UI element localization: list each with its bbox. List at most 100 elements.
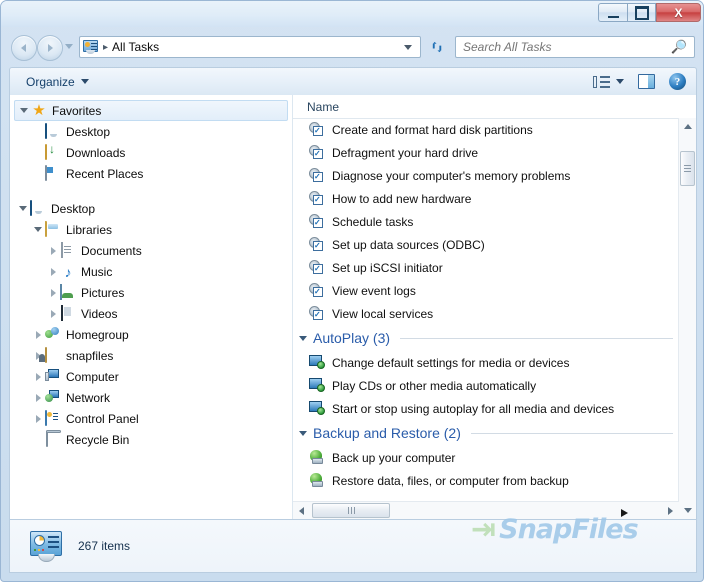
item-count-label: 267 items [78, 539, 131, 553]
sidebar-item-pictures[interactable]: Pictures [10, 282, 292, 303]
list-item[interactable]: ✓ How to add new hardware [293, 187, 679, 210]
collapse-triangle-icon[interactable] [299, 335, 307, 341]
library-icon [45, 220, 61, 238]
sidebar-item-desktop[interactable]: Desktop [10, 121, 292, 142]
expander-triangle-icon[interactable] [31, 372, 45, 381]
document-icon [60, 241, 76, 259]
chevron-down-icon[interactable] [616, 79, 624, 84]
back-arrow-icon [21, 44, 26, 52]
sidebar-item-network[interactable]: Network [10, 387, 292, 408]
list-item-label: Back up your computer [332, 450, 456, 465]
sidebar-item-desktop[interactable]: Desktop [10, 198, 292, 219]
sidebar-item-videos[interactable]: Videos [10, 303, 292, 324]
group-title[interactable]: Backup and Restore (2) [313, 425, 461, 441]
group-header-autoplay-3-[interactable]: AutoPlay (3) [293, 325, 679, 351]
search-box[interactable]: 🔍 [455, 36, 695, 58]
scroll-right-button[interactable] [662, 502, 679, 519]
organize-label: Organize [26, 74, 75, 89]
change-view-button[interactable] [593, 75, 624, 89]
list-item-label: View local services [332, 306, 434, 321]
list-item[interactable]: Play CDs or other media automatically [293, 374, 679, 397]
scroll-down-button[interactable] [679, 502, 696, 519]
back-button[interactable] [11, 35, 37, 61]
address-bar[interactable]: ▸ All Tasks [79, 36, 421, 58]
navigation-pane[interactable]: ★ Favorites Desktop Downloads Recent Places D… [10, 95, 293, 519]
sidebar-item-music[interactable]: ♪ Music [10, 261, 292, 282]
refresh-button[interactable] [425, 36, 449, 58]
expander-triangle-icon[interactable] [46, 246, 60, 255]
search-input[interactable] [456, 39, 665, 55]
collapse-triangle-icon[interactable] [299, 430, 307, 436]
scroll-up-button[interactable] [679, 118, 696, 135]
file-list-pane[interactable]: Name ✓ Create and format hard disk partit… [293, 95, 696, 519]
expander-triangle-icon[interactable] [46, 288, 60, 297]
sidebar-item-documents[interactable]: Documents [10, 240, 292, 261]
sidebar-item-label: Desktop [51, 201, 96, 216]
close-button[interactable]: X [656, 3, 701, 22]
expander-triangle-icon[interactable] [46, 267, 60, 276]
group-title[interactable]: AutoPlay (3) [313, 330, 390, 346]
admin-tool-icon: ✓ [314, 263, 321, 273]
sidebar-item-recent-places[interactable]: Recent Places [10, 163, 292, 184]
list-item[interactable]: ✓ Set up iSCSI initiator [293, 256, 679, 279]
chevron-down-icon[interactable] [404, 44, 412, 50]
group-header-backup-and-restore-2-[interactable]: Backup and Restore (2) [293, 420, 679, 446]
expander-triangle-icon[interactable] [31, 414, 45, 423]
expander-triangle-icon[interactable] [31, 330, 45, 339]
list-item[interactable]: ✓ Schedule tasks [293, 210, 679, 233]
maximize-button[interactable] [627, 3, 656, 22]
close-icon: X [674, 5, 683, 20]
sidebar-item-label: Recent Places [66, 166, 144, 181]
sidebar-item-recycle-bin[interactable]: Recycle Bin [10, 429, 292, 450]
list-item-label: How to add new hardware [332, 191, 472, 206]
list-item-label: Set up data sources (ODBC) [332, 237, 485, 252]
list-item[interactable]: Start or stop using autoplay for all med… [293, 397, 679, 420]
sidebar-item-control-panel[interactable]: Control Panel [10, 408, 292, 429]
forward-button[interactable] [37, 35, 63, 61]
list-item[interactable]: ✓ View local services [293, 302, 679, 325]
scroll-left-button[interactable] [293, 502, 310, 519]
sidebar-item-label: Libraries [66, 222, 113, 237]
sidebar-item-label: Control Panel [66, 411, 139, 426]
admin-tool-icon: ✓ [314, 171, 321, 181]
group-divider [470, 432, 673, 434]
horizontal-scrollbar[interactable] [293, 501, 679, 519]
organize-button[interactable]: Organize [20, 72, 95, 92]
help-icon[interactable]: ? [669, 73, 686, 90]
sidebar-item-libraries[interactable]: Libraries [10, 219, 292, 240]
admin-tool-icon: ✓ [314, 309, 321, 319]
list-item[interactable]: ✓ Set up data sources (ODBC) [293, 233, 679, 256]
vertical-scrollbar-thumb[interactable] [680, 151, 695, 186]
list-item[interactable]: ✓ Create and format hard disk partitions [293, 118, 679, 141]
horizontal-scrollbar-thumb[interactable] [312, 503, 390, 518]
list-item-label: Restore data, files, or computer from ba… [332, 473, 569, 488]
title-bar: X [1, 1, 703, 27]
expander-triangle-icon[interactable] [31, 393, 45, 402]
explorer-body: ★ Favorites Desktop Downloads Recent Places D… [9, 95, 697, 520]
sidebar-item-label: Recycle Bin [66, 432, 130, 447]
preview-pane-icon[interactable] [638, 74, 655, 89]
vertical-scrollbar[interactable] [678, 118, 696, 519]
minimize-button[interactable] [598, 3, 627, 22]
sidebar-item-favorites[interactable]: ★ Favorites [14, 100, 288, 121]
expander-triangle-icon[interactable] [46, 309, 60, 318]
expander-triangle-icon[interactable] [16, 206, 30, 211]
list-scroll-viewport: ✓ Create and format hard disk partitions ✓… [293, 118, 679, 502]
list-item[interactable]: Change default settings for media or dev… [293, 351, 679, 374]
list-item[interactable]: Back up your computer [293, 446, 679, 469]
list-item[interactable]: ✓ Defragment your hard drive [293, 141, 679, 164]
sidebar-item-downloads[interactable]: Downloads [10, 142, 292, 163]
recent-pages-dropdown[interactable] [65, 44, 73, 49]
sidebar-item-homegroup[interactable]: Homegroup [10, 324, 292, 345]
list-item[interactable]: ✓ View event logs [293, 279, 679, 302]
column-header-name[interactable]: Name [307, 100, 339, 114]
list-item[interactable]: ✓ Diagnose your computer's memory problem… [293, 164, 679, 187]
breadcrumb-all-tasks[interactable]: All Tasks [112, 40, 159, 54]
recycle-bin-icon [45, 430, 61, 448]
sidebar-item-label: Pictures [81, 285, 125, 300]
sidebar-item-computer[interactable]: Computer [10, 366, 292, 387]
list-item[interactable]: Restore data, files, or computer from ba… [293, 469, 679, 492]
expander-triangle-icon[interactable] [17, 108, 31, 113]
expander-triangle-icon[interactable] [31, 227, 45, 232]
sidebar-item-snapfiles[interactable]: snapfiles [10, 345, 292, 366]
